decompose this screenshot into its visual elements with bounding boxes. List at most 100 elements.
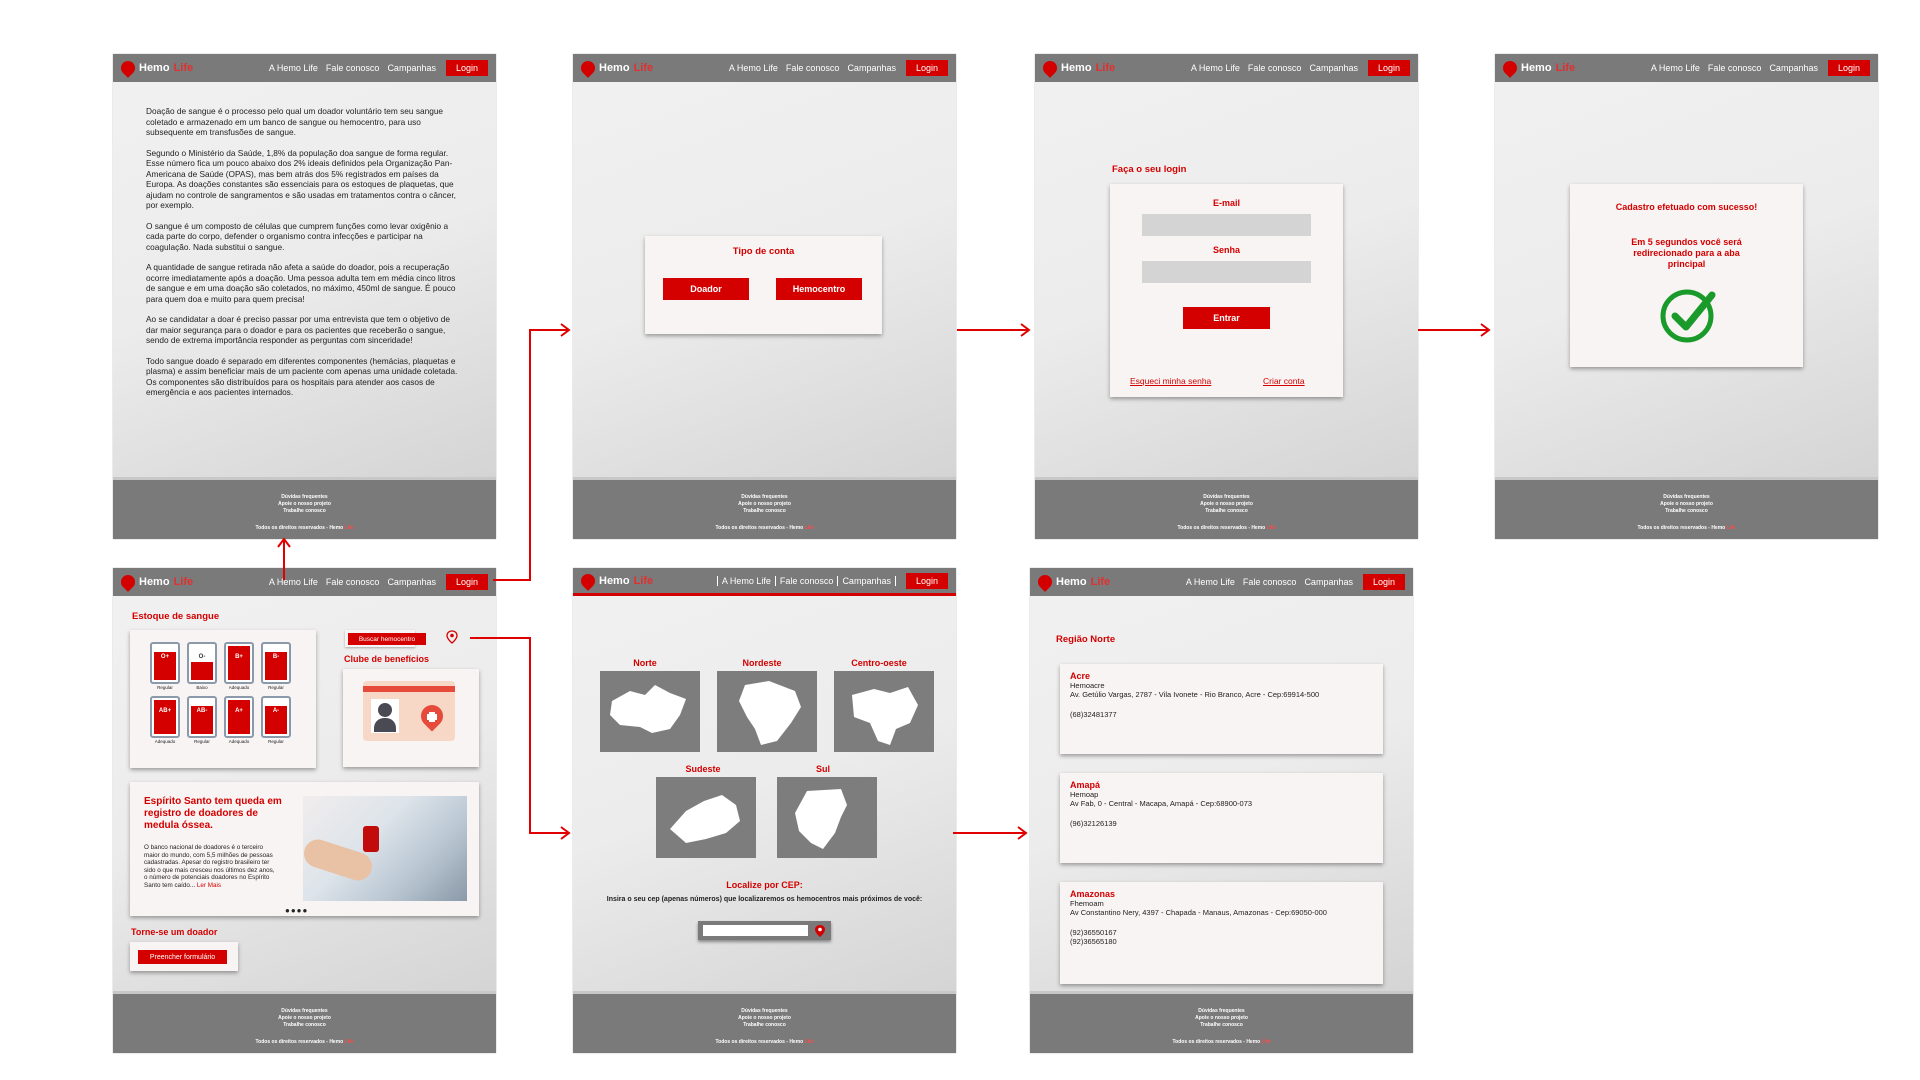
footer-link-faq[interactable]: Dúvidas frequentes — [113, 1008, 496, 1015]
nav-link-contact[interactable]: Fale conosco — [786, 63, 840, 73]
nav-link-contact[interactable]: Fale conosco — [1708, 63, 1762, 73]
news-card[interactable]: Espírito Santo tem queda em registro de … — [130, 782, 479, 916]
footer-link-faq[interactable]: Dúvidas frequentes — [573, 494, 956, 501]
footer-link-faq[interactable]: Dúvidas frequentes — [113, 494, 496, 501]
nav-link-contact[interactable]: Fale conosco — [1248, 63, 1302, 73]
news-title: Espírito Santo tem queda em registro de … — [144, 796, 282, 831]
login-button[interactable]: Login — [1827, 60, 1870, 76]
cep-title: Localize por CEP: — [726, 880, 803, 890]
region-label-southeast: Sudeste — [685, 764, 721, 774]
location-pin-icon[interactable] — [446, 630, 458, 644]
login-button[interactable]: Login — [445, 574, 488, 590]
center-card[interactable]: Amazonas Fhemoam Av Constantino Nery, 43… — [1060, 882, 1383, 984]
nav-link-about[interactable]: A Hemo Life — [1651, 63, 1700, 73]
center-card[interactable]: Amapá Hemoap Av Fab, 0 - Central - Macap… — [1060, 773, 1383, 863]
center-phone: (96)32126139 — [1070, 819, 1117, 828]
nav-link-about[interactable]: A Hemo Life — [1191, 63, 1240, 73]
carousel-dots[interactable]: ●●●● — [285, 906, 308, 915]
nav-link-campaigns[interactable]: Campanhas — [837, 575, 896, 586]
nav-link-campaigns[interactable]: Campanhas — [1309, 63, 1358, 73]
footer-link-support[interactable]: Apoie o nosso projeto — [573, 501, 956, 508]
screen-regions: Hemo Life A Hemo Life Fale conosco Campanha… — [573, 568, 956, 1053]
read-more-link[interactable]: Ler Mais — [197, 882, 221, 889]
center-card[interactable]: Acre Hemoacre Av. Getúlio Vargas, 2787 -… — [1060, 664, 1383, 754]
nav-link-about[interactable]: A Hemo Life — [729, 63, 778, 73]
footer-link-support[interactable]: Apoie o nosso projeto — [113, 501, 496, 508]
footer-link-jobs[interactable]: Trabalhe conosco — [1495, 508, 1878, 515]
footer-link-support[interactable]: Apoie o nosso projeto — [573, 1015, 956, 1022]
email-input[interactable] — [1142, 214, 1311, 236]
footer-link-jobs[interactable]: Trabalhe conosco — [573, 1022, 956, 1029]
footer: Dúvidas frequentes Apoie o nosso projeto… — [113, 477, 496, 539]
nav-link-campaigns[interactable]: Campanhas — [1769, 63, 1818, 73]
footer-link-jobs[interactable]: Trabalhe conosco — [573, 508, 956, 515]
nav-link-about[interactable]: A Hemo Life — [1186, 577, 1235, 587]
blood-drop-icon — [1500, 58, 1520, 78]
enter-button[interactable]: Entrar — [1183, 307, 1270, 329]
footer-link-jobs[interactable]: Trabalhe conosco — [1035, 508, 1418, 515]
region-map-north[interactable] — [600, 671, 700, 752]
nav-link-contact[interactable]: Fale conosco — [326, 63, 380, 73]
logo[interactable]: Hemo Life — [578, 570, 653, 591]
logo[interactable]: Hemo Life — [118, 572, 193, 592]
footer-link-support[interactable]: Apoie o nosso projeto — [1030, 1015, 1413, 1022]
donor-button[interactable]: Doador — [663, 278, 749, 300]
password-input[interactable] — [1142, 261, 1311, 283]
footer-copyright: Todos os direitos reservados - Hemo Life — [715, 1039, 814, 1045]
location-pin-icon[interactable] — [814, 924, 826, 938]
blood-bag: B+ Adequado — [224, 642, 254, 690]
footer-link-jobs[interactable]: Trabalhe conosco — [113, 508, 496, 515]
brand-hemo: Hemo — [139, 62, 170, 74]
nav-link-about[interactable]: A Hemo Life — [716, 575, 775, 586]
login-button[interactable]: Login — [445, 60, 488, 76]
logo[interactable]: Hemo Life — [1040, 58, 1115, 78]
region-map-northeast[interactable] — [717, 671, 817, 752]
center-phone: (68)32481377 — [1070, 710, 1117, 719]
nav-link-campaigns[interactable]: Campanhas — [387, 577, 436, 587]
nav-link-about[interactable]: A Hemo Life — [269, 577, 318, 587]
login-button[interactable]: Login — [1362, 574, 1405, 590]
nav-link-campaigns[interactable]: Campanhas — [847, 63, 896, 73]
footer-link-faq[interactable]: Dúvidas frequentes — [573, 1008, 956, 1015]
nav-link-about[interactable]: A Hemo Life — [269, 63, 318, 73]
footer-link-jobs[interactable]: Trabalhe conosco — [113, 1022, 496, 1029]
logo[interactable]: Hemo Life — [1500, 58, 1575, 78]
forgot-password-link[interactable]: Esqueci minha senha — [1130, 376, 1211, 386]
create-account-link[interactable]: Criar conta — [1263, 376, 1305, 386]
center-name: Hemoacre — [1070, 681, 1105, 690]
nav-link-contact[interactable]: Fale conosco — [774, 575, 838, 586]
footer-link-faq[interactable]: Dúvidas frequentes — [1030, 1008, 1413, 1015]
logo[interactable]: Hemo Life — [578, 58, 653, 78]
footer-link-faq[interactable]: Dúvidas frequentes — [1035, 494, 1418, 501]
login-button[interactable]: Login — [905, 60, 948, 76]
center-address: Av Fab, 0 - Central - Macapa, Amapá - Ce… — [1070, 799, 1253, 808]
logo[interactable]: Hemo Life — [118, 58, 194, 78]
footer-link-support[interactable]: Apoie o nosso projeto — [113, 1015, 496, 1022]
footer-link-support[interactable]: Apoie o nosso projeto — [1035, 501, 1418, 508]
login-button[interactable]: Login — [1367, 60, 1410, 76]
search-center-button[interactable]: Buscar hemocentro — [348, 633, 426, 645]
stock-status-label: Adequado — [154, 739, 176, 744]
cep-input[interactable] — [703, 925, 808, 936]
brand-life: Life — [173, 62, 194, 74]
region-map-south[interactable] — [777, 777, 877, 858]
region-map-southeast[interactable] — [656, 777, 756, 858]
login-card: E-mail Senha Entrar Esqueci minha senha … — [1110, 184, 1343, 397]
nav-link-contact[interactable]: Fale conosco — [1243, 577, 1297, 587]
footer-link-faq[interactable]: Dúvidas frequentes — [1495, 494, 1878, 501]
nav-link-campaigns[interactable]: Campanhas — [1304, 577, 1353, 587]
center-button[interactable]: Hemocentro — [776, 278, 862, 300]
nav-link-contact[interactable]: Fale conosco — [326, 577, 380, 587]
logo[interactable]: Hemo Life — [1035, 572, 1110, 592]
brand-hemo: Hemo — [599, 62, 630, 74]
login-button[interactable]: Login — [905, 572, 948, 589]
benefits-card[interactable] — [343, 669, 479, 767]
arrow-head — [560, 323, 571, 337]
arrow-head — [277, 537, 291, 548]
nav-link-campaigns[interactable]: Campanhas — [387, 63, 436, 73]
fill-form-button[interactable]: Preencher formulário — [138, 950, 227, 964]
footer-link-jobs[interactable]: Trabalhe conosco — [1030, 1022, 1413, 1029]
region-map-midwest[interactable] — [834, 671, 934, 752]
center-phone: (92)36565180 — [1070, 937, 1117, 946]
footer-link-support[interactable]: Apoie o nosso projeto — [1495, 501, 1878, 508]
